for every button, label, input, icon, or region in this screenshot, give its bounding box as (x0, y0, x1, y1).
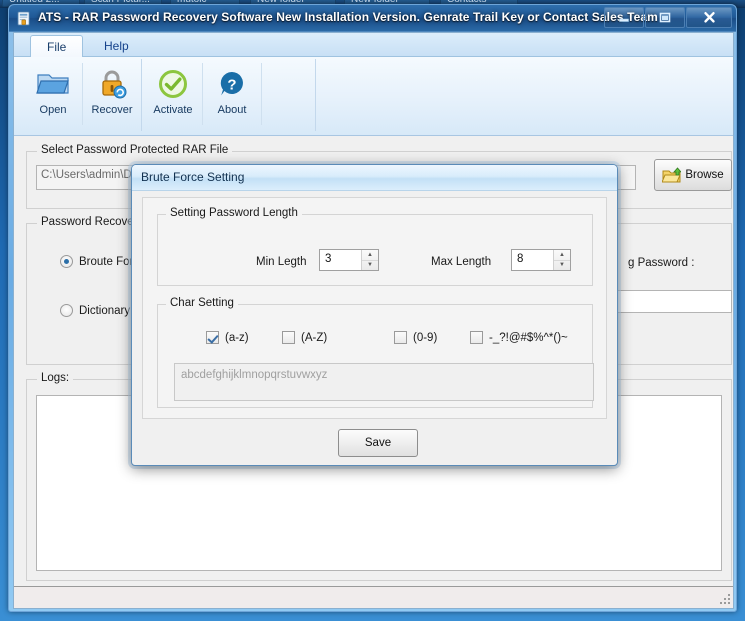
checkbox-indicator-icon (282, 331, 295, 344)
ribbon-group-tools: Activate ? About (144, 59, 316, 186)
min-length-label: Min Legth (256, 256, 307, 268)
min-length-spin-arrows[interactable]: ▲ ▼ (361, 250, 378, 270)
logs-group-title: Logs: (37, 372, 74, 384)
spin-up-icon[interactable]: ▲ (362, 250, 378, 261)
dialog-body: Setting Password Length Min Legth 3 ▲ ▼ … (132, 191, 617, 465)
padlock-recover-icon (96, 65, 128, 103)
question-mark-icon: ? (218, 65, 246, 103)
spin-down-icon[interactable]: ▼ (362, 261, 378, 271)
checkbox-special-chars[interactable]: -_?!@#$%^*()~ (470, 331, 568, 344)
radio-indicator-icon (60, 255, 73, 268)
dialog-panel: Setting Password Length Min Legth 3 ▲ ▼ … (142, 197, 607, 419)
password-result-label: g Password : (628, 257, 695, 269)
green-check-icon (158, 65, 188, 103)
charset-preview-input[interactable]: abcdefghijklmnopqrstuvwxyz (174, 363, 594, 401)
max-length-label: Max Length (431, 256, 492, 268)
window-title-bar[interactable]: ATS - RAR Password Recovery Software New… (9, 5, 736, 32)
dialog-title: Brute Force Setting (141, 170, 245, 184)
open-folder-icon (36, 65, 70, 103)
spin-down-icon[interactable]: ▼ (554, 261, 570, 271)
save-button[interactable]: Save (338, 429, 418, 457)
checkbox-special-chars-label: -_?!@#$%^*()~ (489, 331, 568, 344)
window-controls (603, 7, 732, 28)
min-length-stepper[interactable]: 3 ▲ ▼ (319, 249, 379, 271)
ribbon-panel: Open Recover Activate ? About (14, 57, 733, 186)
checkbox-digits[interactable]: (0-9) (394, 331, 437, 344)
char-setting-group-title: Char Setting (166, 297, 238, 309)
min-length-value[interactable]: 3 (320, 250, 361, 270)
password-length-group-title: Setting Password Length (166, 207, 302, 219)
checkbox-indicator-icon (206, 331, 219, 344)
checkbox-uppercase-label: (A-Z) (301, 331, 328, 344)
resize-grip[interactable] (720, 594, 732, 606)
ribbon-group-file: Open Recover (24, 59, 142, 131)
open-button[interactable]: Open (24, 59, 82, 129)
about-button[interactable]: ? About (203, 59, 261, 129)
tab-help[interactable]: Help (88, 35, 145, 58)
close-button[interactable] (686, 7, 732, 28)
max-length-stepper[interactable]: 8 ▲ ▼ (511, 249, 571, 271)
browse-button-label: Browse (685, 169, 724, 181)
svg-text:?: ? (227, 77, 236, 94)
checkbox-lowercase[interactable]: (a-z) (206, 331, 249, 344)
password-result-input[interactable] (614, 290, 732, 313)
window-title: ATS - RAR Password Recovery Software New… (38, 10, 658, 24)
max-length-spin-arrows[interactable]: ▲ ▼ (553, 250, 570, 270)
app-icon (17, 11, 30, 26)
recover-button[interactable]: Recover (83, 59, 141, 129)
checkbox-uppercase[interactable]: (A-Z) (282, 331, 327, 344)
minimize-button[interactable] (604, 7, 644, 28)
folder-open-green-arrow-icon (662, 166, 682, 182)
status-bar (14, 586, 733, 608)
select-file-group-title: Select Password Protected RAR File (37, 144, 233, 156)
browse-button[interactable]: Browse (654, 159, 732, 191)
save-button-label: Save (364, 437, 392, 449)
radio-indicator-icon (60, 304, 73, 317)
checkbox-lowercase-label: (a-z) (225, 331, 249, 344)
maximize-button[interactable] (645, 7, 685, 28)
open-button-label: Open (39, 104, 67, 116)
activate-button[interactable]: Activate (144, 59, 202, 129)
max-length-value[interactable]: 8 (512, 250, 553, 270)
recover-button-label: Recover (91, 104, 133, 116)
brute-force-setting-dialog: Brute Force Setting Setting Password Len… (131, 164, 618, 466)
checkbox-digits-label: (0-9) (413, 331, 438, 344)
dialog-title-bar[interactable]: Brute Force Setting (132, 165, 617, 191)
about-button-label: About (217, 104, 247, 116)
tab-file[interactable]: File (30, 35, 84, 58)
ribbon-tab-strip: File Help (14, 33, 733, 58)
char-setting-groupbox: Char Setting (a-z) (A-Z) (0-9) -_?!@#$%^… (157, 297, 594, 408)
checkbox-indicator-icon (394, 331, 407, 344)
ribbon-divider (261, 63, 262, 125)
checkbox-indicator-icon (470, 331, 483, 344)
activate-button-label: Activate (153, 104, 193, 116)
spin-up-icon[interactable]: ▲ (554, 250, 570, 261)
